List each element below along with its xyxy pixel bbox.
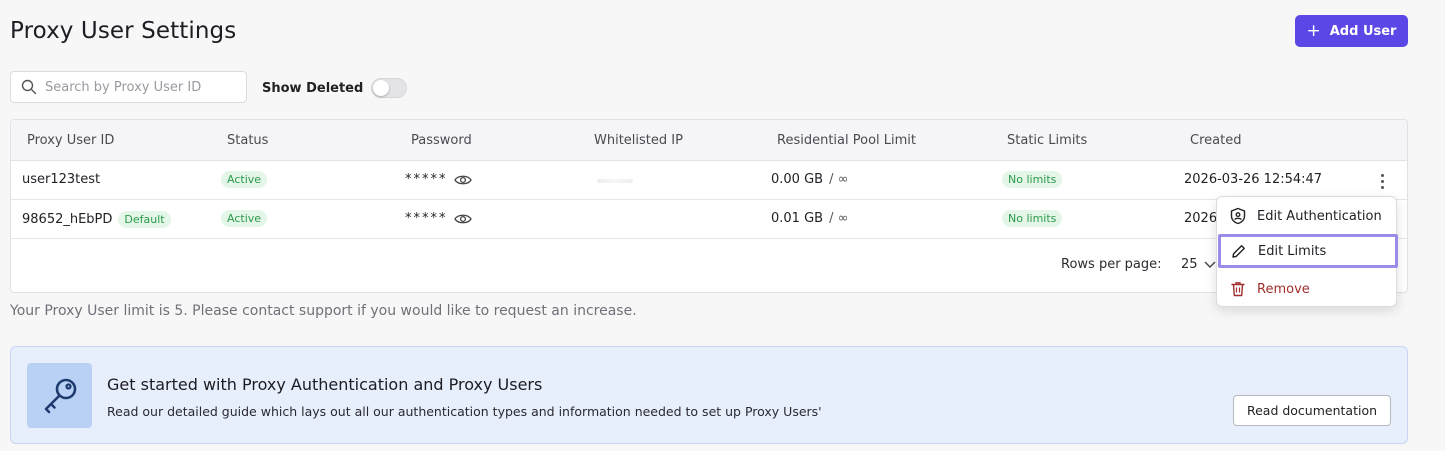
shield-icon — [1230, 207, 1246, 225]
column-header-static-limits: Static Limits — [1007, 133, 1088, 148]
column-header-created: Created — [1190, 133, 1242, 148]
toggle-knob — [373, 80, 390, 96]
column-header-id: Proxy User ID — [27, 133, 115, 148]
password-masked: ***** — [405, 211, 448, 226]
menu-item-edit-limits[interactable]: Edit Limits — [1218, 234, 1398, 268]
show-deleted-control: Show Deleted — [262, 78, 408, 98]
static-limits-badge: No limits — [1002, 171, 1063, 188]
row-actions-menu: Edit Authentication Edit Limits Remove — [1216, 196, 1398, 307]
menu-item-remove[interactable]: Remove — [1217, 272, 1396, 306]
password-masked: ***** — [405, 172, 448, 187]
search-icon — [21, 79, 37, 95]
banner-description: Read our detailed guide which lays out a… — [107, 404, 822, 419]
status-badge: Active — [221, 171, 268, 188]
static-limits-badge: No limits — [1002, 210, 1063, 227]
status-badge: Active — [221, 210, 268, 227]
search-box[interactable] — [10, 71, 247, 103]
proxy-user-id: user123test — [22, 172, 101, 187]
table-row: 98652_hEbPD Default Active ***** 0.01 GB /… — [11, 200, 1407, 239]
eye-icon[interactable] — [453, 173, 472, 187]
default-badge: Default — [118, 211, 171, 228]
row-actions-icon[interactable] — [1373, 171, 1391, 191]
table-row: user123test Active ***** 0.00 GB / ∞ No l… — [11, 161, 1407, 200]
column-header-password: Password — [411, 133, 472, 148]
getting-started-banner: Get started with Proxy Authentication an… — [10, 346, 1408, 444]
banner-title: Get started with Proxy Authentication an… — [107, 375, 543, 394]
show-deleted-toggle[interactable] — [371, 78, 408, 98]
pool-limit: 0.01 GB / ∞ — [771, 211, 849, 226]
chevron-down-icon — [1204, 261, 1216, 268]
column-header-status: Status — [227, 133, 269, 148]
read-documentation-button[interactable]: Read documentation — [1233, 395, 1391, 426]
pool-limit: 0.00 GB / ∞ — [771, 172, 849, 187]
table-header: Proxy User ID Status Password Whiteliste… — [11, 120, 1407, 161]
plus-icon: + — [1306, 20, 1321, 41]
key-icon — [44, 378, 76, 413]
search-input[interactable] — [45, 79, 225, 95]
column-header-pool-limit: Residential Pool Limit — [777, 133, 916, 148]
add-user-button[interactable]: + Add User — [1295, 15, 1408, 47]
rows-per-page-select[interactable]: 25 — [1181, 257, 1216, 272]
rows-per-page-label: Rows per page: — [1061, 257, 1162, 272]
page-title: Proxy User Settings — [10, 18, 237, 44]
proxy-users-table: Proxy User ID Status Password Whiteliste… — [10, 119, 1408, 293]
proxy-user-limit-note: Your Proxy User limit is 5. Please conta… — [10, 303, 637, 319]
key-tile — [27, 363, 92, 428]
table-footer: Rows per page: 25 — [11, 240, 1407, 292]
proxy-user-id: 98652_hEbPD Default — [22, 211, 171, 228]
eye-icon[interactable] — [453, 212, 472, 226]
column-header-whitelisted-ip: Whitelisted IP — [594, 133, 683, 148]
pencil-icon — [1232, 245, 1245, 258]
whitelisted-ip-redacted — [597, 179, 633, 183]
menu-item-edit-authentication[interactable]: Edit Authentication — [1217, 199, 1396, 233]
created-date: 2026-03-26 12:54:47 — [1184, 172, 1323, 187]
add-user-label: Add User — [1329, 23, 1397, 39]
show-deleted-label: Show Deleted — [262, 80, 364, 96]
created-date: 2026 — [1184, 211, 1218, 226]
trash-icon — [1231, 282, 1245, 297]
